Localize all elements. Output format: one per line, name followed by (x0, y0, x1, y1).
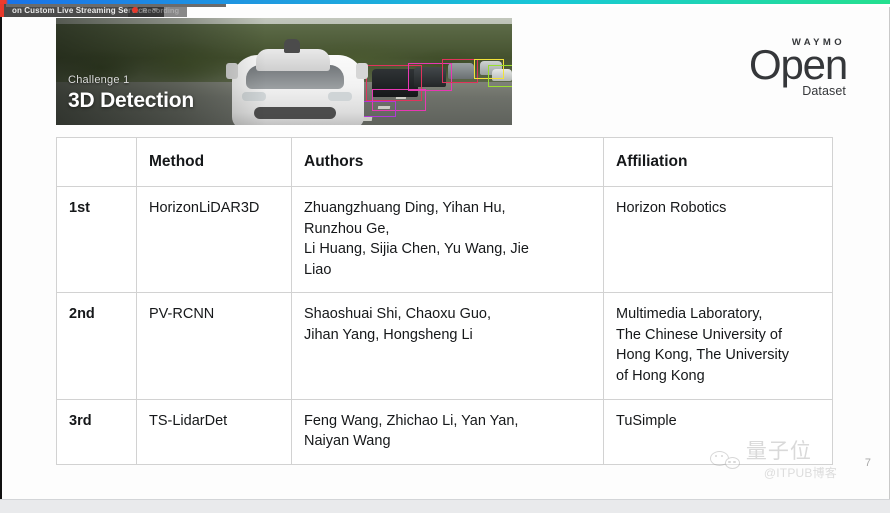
column-header-authors: Authors (291, 137, 604, 187)
bottom-strip (0, 499, 890, 513)
cell-authors: Shaoshuai Shi, Chaoxu Guo, Jihan Yang, H… (291, 292, 604, 400)
cell-affiliation: Horizon Robotics (603, 185, 833, 294)
table-row: 2nd PV-RCNN Shaoshuai Shi, Chaoxu Guo, J… (56, 292, 833, 400)
cell-rank: 2nd (56, 292, 137, 400)
column-header-method: Method (136, 137, 292, 187)
cell-authors: Zhuangzhuang Ding, Yihan Hu, Runzhou Ge,… (291, 185, 604, 294)
watermark-brand: 量子位 (745, 439, 812, 463)
side-sensor-right (356, 63, 368, 79)
hero-text-block: Challenge 1 3D Detection (68, 74, 194, 113)
table-row: 1st HorizonLiDAR3D Zhuangzhuang Ding, Yi… (56, 185, 833, 294)
lidar-sensor-icon (284, 39, 300, 53)
hero-kicker: Challenge 1 (68, 74, 130, 86)
watermark-handle: @ITPUB博客 (763, 466, 837, 480)
slide-screenshot: on Custom Live Streaming Service Recordi… (0, 0, 890, 513)
table-header-row: Method Authors Affiliation (56, 137, 833, 187)
cell-method: HorizonLiDAR3D (136, 185, 292, 294)
leaderboard-table: Method Authors Affiliation 1st HorizonLi… (56, 137, 833, 465)
presentation-slide: Challenge 1 3D Detection WAYMO Open Data… (0, 7, 890, 499)
watermark: 量子位 @ITPUB博客 (709, 439, 837, 481)
detection-box-red (442, 59, 478, 83)
hero-title: 3D Detection (68, 89, 194, 112)
ego-vehicle-grille (254, 107, 336, 119)
column-header-rank (56, 137, 137, 187)
record-dot-icon (132, 7, 138, 13)
waymo-open-dataset-logo: WAYMO Open Dataset (725, 37, 848, 98)
logo-open-text: Open (749, 41, 848, 88)
cell-rank: 1st (56, 185, 137, 294)
cell-method: TS-LidarDet (136, 398, 292, 465)
challenge-hero-banner: Challenge 1 3D Detection (56, 18, 512, 125)
page-number: 7 (864, 457, 871, 469)
detection-box-green (488, 65, 512, 87)
headlight-right (328, 92, 352, 101)
cell-authors: Feng Wang, Zhichao Li, Yan Yan, Naiyan W… (291, 398, 604, 465)
cell-affiliation: Multimedia Laboratory, The Chinese Unive… (603, 292, 833, 400)
column-header-affiliation: Affiliation (603, 137, 833, 187)
stream-progress-buffer (6, 4, 226, 7)
cell-method: PV-RCNN (136, 292, 292, 400)
wechat-icon (709, 449, 740, 473)
cell-rank: 3rd (56, 398, 137, 465)
